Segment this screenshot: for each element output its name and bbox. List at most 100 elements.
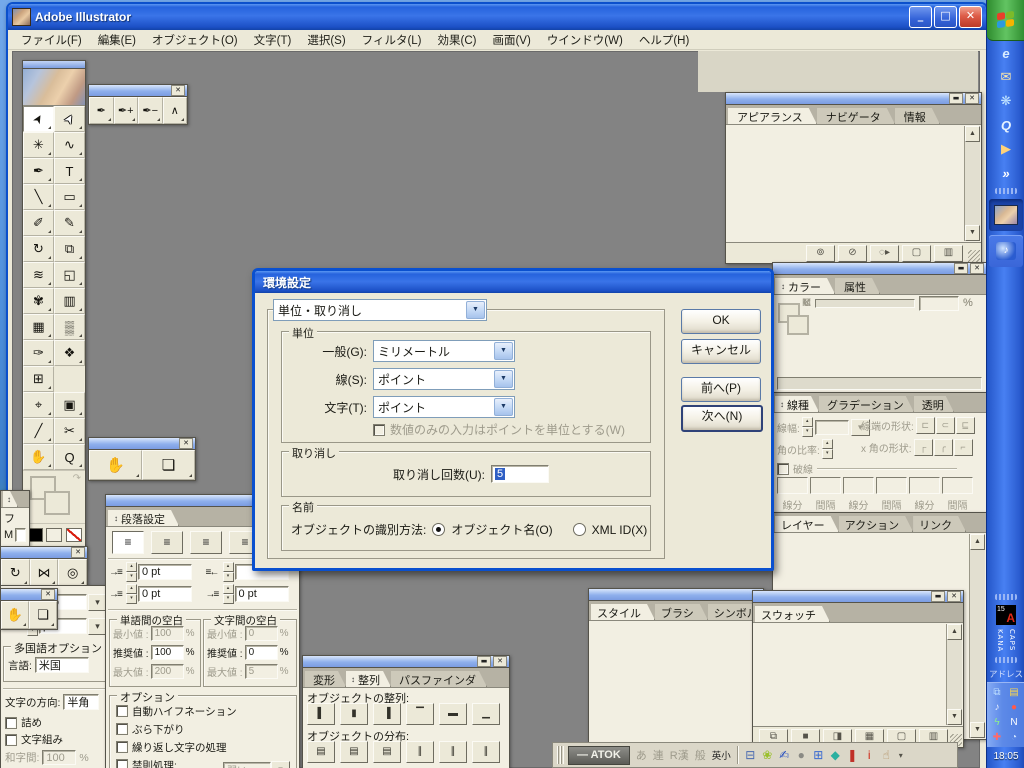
minimize-icon[interactable]: ▬ [477,656,491,667]
stroke-units-select[interactable]: ポイント ▼ [373,368,515,390]
checkbox[interactable] [5,717,17,729]
menu-edit[interactable]: 編集(E) [91,31,143,49]
appearance-list[interactable]: ▲ ▼ [726,125,981,242]
eyedropper-tool[interactable]: ✑ [23,340,54,366]
tab-layers[interactable]: レイヤー [775,516,839,532]
atok-button[interactable]: — ATOK [568,746,630,765]
type-units-select[interactable]: ポイント ▼ [373,396,515,418]
stroke-proxy[interactable] [44,491,70,515]
reflect-tool[interactable]: ⋈ [30,559,59,587]
atok-mode-label[interactable]: 連 [651,747,666,763]
spinner[interactable]: ▴▾ [223,562,234,582]
pen-icon[interactable]: ✍ [776,748,793,762]
scroll-up-icon[interactable]: ▲ [970,534,985,550]
grid-tool[interactable]: ⊞ [23,366,54,392]
task-app2[interactable]: ♪ [989,235,1023,267]
tearoff-titlebar[interactable]: ✕ [89,438,195,450]
task-illustrator[interactable] [989,199,1023,231]
gradient-tool[interactable]: ▒ [54,314,85,340]
window-titlebar[interactable]: Adobe Illustrator _ □ ✕ [8,4,986,30]
value-field[interactable]: 0 pt [138,564,192,580]
gradient-swatch[interactable] [46,528,62,542]
prev-button[interactable]: 前へ(P) [681,377,761,402]
close-icon[interactable]: ✕ [970,263,984,274]
chevron-icon[interactable]: » [987,161,1024,185]
value-field[interactable]: 5 [245,664,278,679]
chevron-down-icon[interactable]: ▼ [494,370,513,388]
none-swatch[interactable] [66,528,82,542]
close-icon[interactable]: ✕ [965,93,979,104]
align-left-button[interactable]: ▌ [307,703,335,725]
menu-help[interactable]: ヘルプ(H) [632,31,696,49]
checkbox[interactable] [5,734,17,746]
atok-mode-label[interactable]: 英小 [710,748,733,762]
close-icon[interactable]: ✕ [41,589,55,600]
graph-tool[interactable]: ▥ [54,288,85,314]
close-icon[interactable]: ✕ [71,547,85,558]
duplicate-item-icon[interactable]: ▢ [902,245,931,262]
miter-spinner[interactable]: ▴▾ [822,439,833,459]
scroll-up-icon[interactable]: ▲ [947,624,962,640]
taskbar-clock[interactable]: 18:05 [993,751,1018,762]
hand-icon[interactable]: ☝ [878,748,895,762]
distribute-top-button[interactable]: ▤ [307,741,335,763]
menu-file[interactable]: ファイル(F) [14,31,89,49]
atok-mode-label[interactable]: R漢 [668,747,691,763]
selection-tool[interactable]: ➤ [23,106,54,132]
preference-category-select[interactable]: 単位・取り消し ▼ [273,299,487,321]
para-align-left-button[interactable]: ≡ [112,531,144,554]
reshape-tool[interactable]: ≋ [23,262,54,288]
pen-tool[interactable]: ✒ [89,97,114,124]
property-window-icon[interactable]: ⊞ [810,748,827,762]
dash-field[interactable] [843,477,874,494]
numbers-in-points-checkbox[interactable] [373,424,385,436]
waji-field[interactable]: 100 [42,750,76,765]
blend-tool[interactable]: ❖ [54,340,85,366]
toolbox-drag-bar[interactable] [23,61,85,69]
minimize-icon[interactable]: ▬ [931,591,945,602]
spinner[interactable]: ▴▾ [223,584,234,604]
tab-navigator[interactable]: ナビゲータ [817,108,895,124]
object-name-radio[interactable] [432,523,445,536]
spinner[interactable]: ▴▾ [126,584,137,604]
general-units-select[interactable]: ミリメートル ▼ [373,340,515,362]
atok-mode-label[interactable]: 般 [693,747,708,763]
language-field[interactable]: 米国 [35,657,89,673]
minimize-button[interactable]: _ [909,6,932,28]
menu-select[interactable]: 選択(S) [300,31,352,49]
tab-color[interactable]: ↕カラー [775,278,835,294]
atok-tray-icon[interactable]: 15 A [996,605,1016,625]
fill-stroke-proxy[interactable]: ↷ [23,470,85,523]
xml-id-radio[interactable] [573,523,586,536]
atok-mode-label[interactable]: あ [634,747,649,763]
align-vcenter-button[interactable]: ▬ [439,703,467,725]
redefine-style-icon[interactable]: ◌▸ [870,245,899,262]
close-icon[interactable]: ✕ [179,438,193,449]
network-icon[interactable]: ⧉ [990,686,1005,700]
distribute-hcenter-button[interactable]: ∥ [439,741,467,763]
align-right-button[interactable]: ▐ [373,703,401,725]
distribute-left-button[interactable]: ∥ [406,741,434,763]
size-field[interactable] [15,528,26,542]
menu-window[interactable]: ウインドウ(W) [540,31,630,49]
para-align-right-button[interactable]: ≡ [190,531,222,554]
messenger-icon[interactable]: ❋ [987,89,1024,113]
distribute-right-button[interactable]: ∥ [472,741,500,763]
menu-view[interactable]: 画面(V) [485,31,537,49]
tab-actions[interactable]: アクション [839,516,913,532]
dictionary-icon[interactable]: ❚ [844,748,861,762]
color-spectrum-bar[interactable] [777,377,982,390]
page-tool[interactable]: ❏ [29,601,57,629]
delete-anchor-point-tool[interactable]: ✒− [138,97,163,124]
menu-type[interactable]: 文字(T) [247,31,299,49]
tab-info[interactable]: 情報 [895,108,940,124]
mesh-tool[interactable]: ▦ [23,314,54,340]
value-field[interactable]: 200 [151,664,184,679]
tab-align[interactable]: ↕整列 [346,671,391,687]
swatches-grid[interactable]: ▲ ▼ [753,623,963,726]
atok-n-icon[interactable]: N [1007,716,1022,730]
weight-spinner[interactable]: ▴▾ [802,417,813,437]
spinner[interactable]: ▴▾ [126,562,137,582]
dash-field[interactable] [876,477,907,494]
slider-track[interactable] [815,299,915,308]
